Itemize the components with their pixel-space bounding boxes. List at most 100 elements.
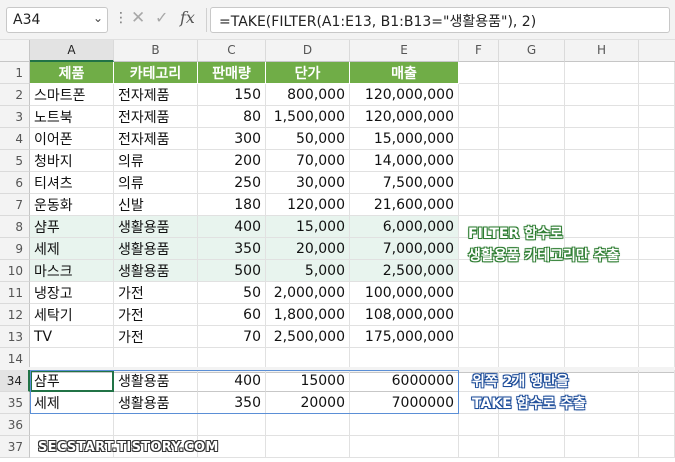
cell[interactable] — [639, 260, 675, 282]
table-cell[interactable]: 30,000 — [266, 172, 350, 194]
select-all-corner[interactable] — [0, 40, 30, 62]
row-header[interactable]: 4 — [0, 128, 30, 150]
table-cell[interactable]: 70,000 — [266, 150, 350, 172]
table-cell[interactable]: 세제 — [30, 238, 114, 260]
result-cell[interactable]: 세제 — [30, 392, 114, 414]
cell[interactable] — [459, 326, 499, 348]
table-cell[interactable]: 가전 — [114, 304, 198, 326]
cell[interactable] — [639, 282, 675, 304]
row-header[interactable]: 37 — [0, 436, 30, 458]
cell[interactable] — [459, 62, 499, 84]
table-cell[interactable]: 5,000 — [266, 260, 350, 282]
cell[interactable] — [565, 326, 639, 348]
header-cell-sales[interactable]: 매출 — [350, 62, 459, 84]
header-cell-category[interactable]: 카테고리 — [114, 62, 198, 84]
table-cell[interactable]: 80 — [198, 106, 266, 128]
table-cell[interactable]: 2,500,000 — [350, 260, 459, 282]
row-header[interactable]: 36 — [0, 414, 30, 436]
row-header[interactable]: 34 — [0, 370, 30, 392]
table-cell[interactable]: 250 — [198, 172, 266, 194]
table-cell[interactable]: 120,000 — [266, 194, 350, 216]
table-cell[interactable]: 50,000 — [266, 128, 350, 150]
table-cell[interactable] — [266, 436, 350, 458]
table-cell[interactable]: 신발 — [114, 194, 198, 216]
table-cell[interactable]: 70 — [198, 326, 266, 348]
row-header[interactable]: 5 — [0, 150, 30, 172]
cell[interactable] — [639, 304, 675, 326]
table-cell[interactable] — [350, 436, 459, 458]
table-cell[interactable]: 1,800,000 — [266, 304, 350, 326]
table-cell[interactable]: 50 — [198, 282, 266, 304]
table-cell[interactable]: 가전 — [114, 282, 198, 304]
table-cell[interactable]: 샴푸 — [30, 216, 114, 238]
cell[interactable] — [565, 282, 639, 304]
table-cell[interactable]: 14,000,000 — [350, 150, 459, 172]
row-header[interactable]: 7 — [0, 194, 30, 216]
table-cell[interactable]: 800,000 — [266, 84, 350, 106]
chevron-down-icon[interactable]: ⌄ — [93, 11, 103, 25]
header-cell-product[interactable]: 제품 — [30, 62, 114, 84]
row-header[interactable]: 6 — [0, 172, 30, 194]
name-box[interactable]: A34 ⌄ — [6, 7, 108, 33]
table-cell[interactable]: 15,000 — [266, 216, 350, 238]
table-cell[interactable]: 세탁기 — [30, 304, 114, 326]
row-header[interactable]: 35 — [0, 392, 30, 414]
table-cell[interactable]: 108,000,000 — [350, 304, 459, 326]
table-cell[interactable]: 7,500,000 — [350, 172, 459, 194]
result-cell[interactable]: 400 — [198, 370, 266, 392]
cell[interactable] — [639, 414, 675, 436]
table-cell[interactable]: 120,000,000 — [350, 84, 459, 106]
table-cell[interactable]: 생활용품 — [114, 238, 198, 260]
table-cell[interactable]: 2,000,000 — [266, 282, 350, 304]
row-header[interactable]: 8 — [0, 216, 30, 238]
row-header[interactable]: 9 — [0, 238, 30, 260]
cancel-icon[interactable]: ✕ — [131, 8, 145, 28]
column-header-f[interactable]: F — [459, 40, 499, 62]
cell[interactable] — [639, 106, 675, 128]
cell[interactable] — [459, 84, 499, 106]
cell[interactable] — [639, 150, 675, 172]
table-cell[interactable]: 이어폰 — [30, 128, 114, 150]
table-cell[interactable]: 전자제품 — [114, 128, 198, 150]
result-cell[interactable]: 20000 — [266, 392, 350, 414]
row-header[interactable]: 13 — [0, 326, 30, 348]
column-header-a[interactable]: A — [30, 40, 114, 62]
cell[interactable] — [499, 194, 565, 216]
table-cell[interactable]: 180 — [198, 194, 266, 216]
cell[interactable] — [639, 436, 675, 458]
table-cell[interactable]: 의류 — [114, 172, 198, 194]
cell[interactable] — [499, 84, 565, 106]
cell[interactable] — [565, 172, 639, 194]
column-header-b[interactable]: B — [114, 40, 198, 62]
table-cell[interactable]: 청바지 — [30, 150, 114, 172]
table-cell[interactable] — [350, 414, 459, 436]
row-header[interactable]: 11 — [0, 282, 30, 304]
table-cell[interactable]: 2,500,000 — [266, 326, 350, 348]
column-header-g[interactable]: G — [499, 40, 565, 62]
result-cell[interactable]: 생활용품 — [114, 392, 198, 414]
result-cell[interactable]: 7000000 — [350, 392, 459, 414]
cell[interactable] — [499, 414, 565, 436]
row-header[interactable]: 10 — [0, 260, 30, 282]
header-cell-quantity[interactable]: 판매량 — [198, 62, 266, 84]
insert-function-icon[interactable]: fx — [180, 8, 195, 27]
cell[interactable] — [639, 128, 675, 150]
cell[interactable] — [639, 172, 675, 194]
table-cell[interactable]: 300 — [198, 128, 266, 150]
cell[interactable] — [639, 326, 675, 348]
cell[interactable] — [459, 128, 499, 150]
cell[interactable] — [499, 150, 565, 172]
table-cell[interactable]: 가전 — [114, 326, 198, 348]
row-header[interactable]: 2 — [0, 84, 30, 106]
table-cell[interactable]: 200 — [198, 150, 266, 172]
table-cell[interactable]: 스마트폰 — [30, 84, 114, 106]
cell[interactable] — [459, 304, 499, 326]
table-cell[interactable]: 생활용품 — [114, 260, 198, 282]
cell[interactable] — [565, 436, 639, 458]
table-cell[interactable] — [198, 414, 266, 436]
more-options-icon[interactable]: ⋮ — [114, 10, 128, 26]
cell[interactable] — [459, 150, 499, 172]
table-cell[interactable]: 전자제품 — [114, 84, 198, 106]
cell[interactable] — [499, 106, 565, 128]
cell[interactable] — [565, 84, 639, 106]
